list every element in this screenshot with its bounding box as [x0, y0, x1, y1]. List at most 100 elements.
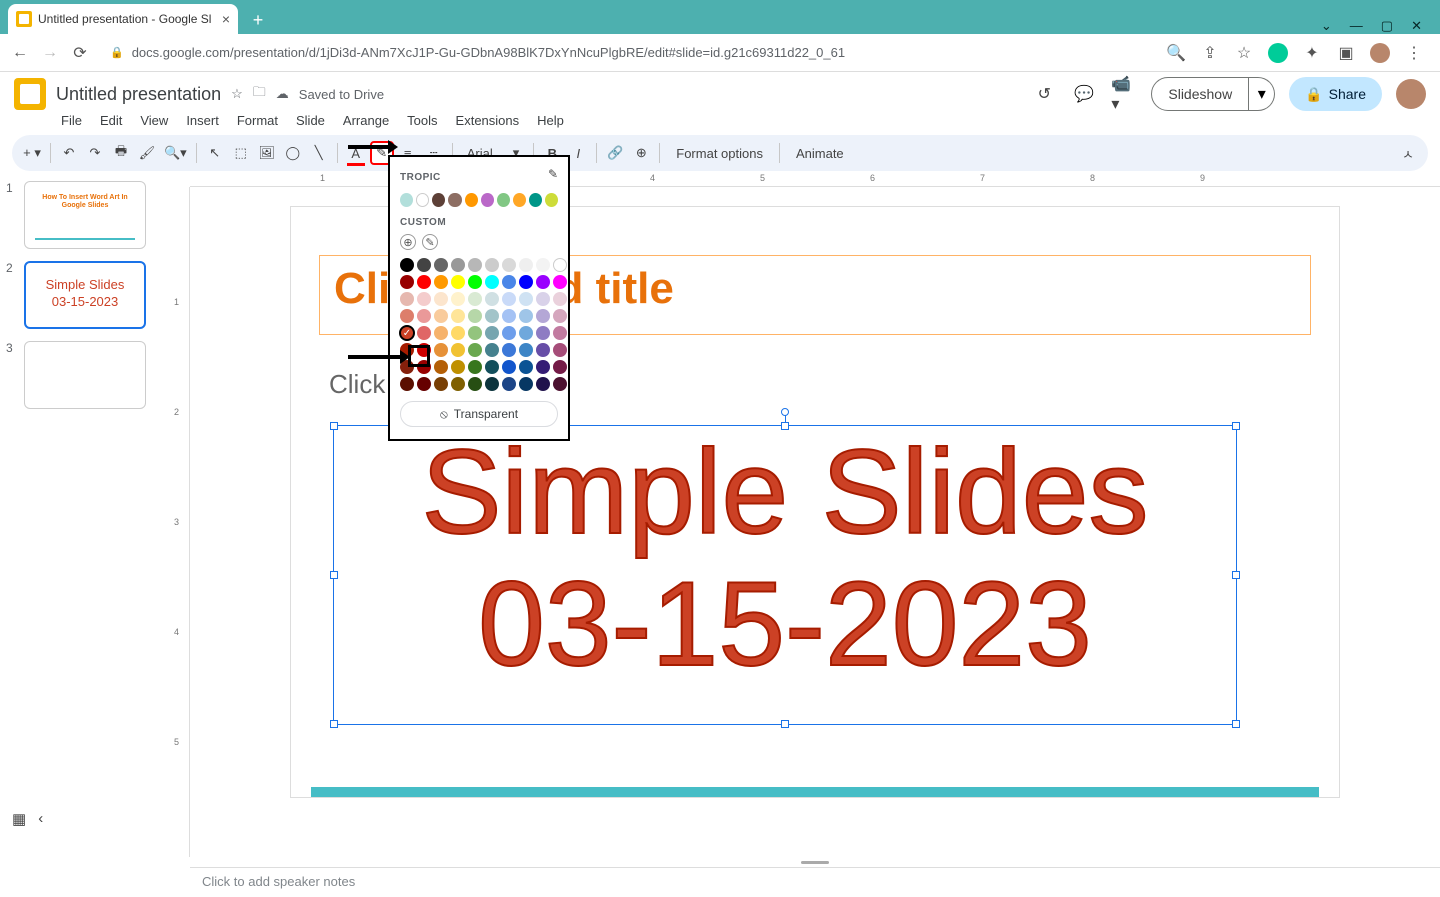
transparent-button[interactable]: ⦸ Transparent	[400, 401, 558, 427]
color-swatch[interactable]	[536, 343, 550, 357]
color-swatch[interactable]	[434, 292, 448, 306]
close-window-icon[interactable]: ✕	[1411, 18, 1422, 34]
comment-button[interactable]: ⊕	[629, 141, 653, 165]
theme-swatch[interactable]	[545, 193, 558, 207]
animate-button[interactable]: Animate	[786, 146, 854, 161]
color-swatch[interactable]	[417, 292, 431, 306]
color-swatch[interactable]	[468, 258, 482, 272]
chevron-down-icon[interactable]: ⌄	[1321, 18, 1332, 34]
color-swatch[interactable]	[468, 292, 482, 306]
color-swatch[interactable]	[553, 309, 567, 323]
collapse-toolbar-icon[interactable]: ㅅ	[1396, 141, 1420, 165]
explore-icon[interactable]: ▦	[12, 810, 26, 828]
thumbnail-panel[interactable]: 1 How To Insert Word Art InGoogle Slides…	[0, 171, 170, 857]
color-swatch[interactable]	[417, 326, 431, 340]
color-swatch[interactable]	[451, 377, 465, 391]
color-swatch[interactable]	[417, 258, 431, 272]
zoom-icon[interactable]: 🔍	[1166, 43, 1186, 63]
color-swatch[interactable]	[417, 275, 431, 289]
color-swatch[interactable]	[485, 275, 499, 289]
doc-title[interactable]: Untitled presentation	[56, 84, 221, 105]
color-swatch[interactable]	[553, 360, 567, 374]
color-swatch[interactable]	[434, 275, 448, 289]
color-swatch[interactable]	[485, 377, 499, 391]
shape-tool[interactable]: ◯	[281, 141, 305, 165]
share-button[interactable]: 🔒 Share	[1289, 77, 1382, 111]
color-swatch[interactable]	[502, 275, 516, 289]
profile-avatar-icon[interactable]	[1370, 43, 1390, 63]
color-swatch[interactable]	[417, 377, 431, 391]
theme-swatch[interactable]	[465, 193, 478, 207]
color-swatch[interactable]	[519, 343, 533, 357]
resize-handle[interactable]	[330, 422, 338, 430]
color-swatch[interactable]	[434, 343, 448, 357]
color-swatch[interactable]	[400, 258, 414, 272]
menu-file[interactable]: File	[54, 110, 89, 131]
theme-swatch[interactable]	[497, 193, 510, 207]
color-swatch[interactable]	[485, 292, 499, 306]
account-avatar[interactable]	[1396, 79, 1426, 109]
new-tab-button[interactable]: +	[244, 6, 272, 34]
color-swatch[interactable]	[400, 309, 414, 323]
menu-view[interactable]: View	[133, 110, 175, 131]
menu-format[interactable]: Format	[230, 110, 285, 131]
color-swatch[interactable]	[400, 377, 414, 391]
theme-swatch[interactable]	[481, 193, 494, 207]
color-swatch[interactable]	[468, 377, 482, 391]
back-button[interactable]: ←	[10, 43, 30, 63]
color-swatch[interactable]	[502, 343, 516, 357]
color-swatch[interactable]	[553, 326, 567, 340]
add-custom-color-button[interactable]: ⊕	[400, 234, 416, 250]
slide-thumbnail-2[interactable]: Simple Slides03-15-2023	[24, 261, 146, 329]
kebab-menu-icon[interactable]: ⋮	[1404, 43, 1424, 63]
print-button[interactable]: 🖶	[109, 141, 133, 165]
history-icon[interactable]: ↺	[1031, 81, 1057, 107]
new-slide-button[interactable]: + ▾	[20, 141, 44, 165]
slide-thumbnail-3[interactable]	[24, 341, 146, 409]
color-swatch[interactable]	[451, 292, 465, 306]
color-swatch[interactable]	[536, 275, 550, 289]
format-options-button[interactable]: Format options	[666, 146, 773, 161]
color-swatch[interactable]	[485, 343, 499, 357]
speaker-notes[interactable]: Click to add speaker notes	[190, 867, 1440, 897]
zoom-button[interactable]: 🔍▾	[161, 141, 190, 165]
maximize-icon[interactable]: ▢	[1381, 18, 1393, 34]
edit-theme-icon[interactable]: ✎	[548, 167, 558, 181]
menu-help[interactable]: Help	[530, 110, 571, 131]
collapse-panel-icon[interactable]: ‹	[38, 810, 43, 828]
color-swatch[interactable]	[536, 360, 550, 374]
color-swatch[interactable]	[536, 326, 550, 340]
color-swatch[interactable]	[553, 292, 567, 306]
resize-handle[interactable]	[1232, 422, 1240, 430]
theme-swatch[interactable]	[529, 193, 542, 207]
color-swatch[interactable]	[451, 258, 465, 272]
color-swatch[interactable]	[417, 360, 431, 374]
sidepanel-icon[interactable]: ▣	[1336, 43, 1356, 63]
menu-extensions[interactable]: Extensions	[449, 110, 527, 131]
color-swatch[interactable]	[519, 275, 533, 289]
color-swatch[interactable]	[434, 258, 448, 272]
theme-swatch[interactable]	[400, 193, 413, 207]
color-swatch[interactable]	[468, 275, 482, 289]
browser-tab[interactable]: Untitled presentation - Google Sl ×	[8, 4, 238, 34]
menu-insert[interactable]: Insert	[179, 110, 226, 131]
color-swatch[interactable]	[434, 377, 448, 391]
comments-icon[interactable]: 💬	[1071, 81, 1097, 107]
theme-swatch[interactable]	[432, 193, 445, 207]
color-swatch[interactable]	[536, 258, 550, 272]
color-swatch[interactable]	[400, 275, 414, 289]
rotate-handle[interactable]	[781, 408, 789, 416]
color-swatch[interactable]	[485, 309, 499, 323]
wordart-selection[interactable]: Simple Slides 03-15-2023	[333, 425, 1237, 725]
color-swatch[interactable]	[519, 326, 533, 340]
color-swatch[interactable]	[536, 292, 550, 306]
color-swatch[interactable]	[451, 360, 465, 374]
theme-swatch[interactable]	[513, 193, 526, 207]
color-swatch[interactable]	[553, 377, 567, 391]
line-tool[interactable]: ╲	[307, 141, 331, 165]
share-url-icon[interactable]: ⇪	[1200, 43, 1220, 63]
color-swatch[interactable]	[536, 377, 550, 391]
subtitle-placeholder[interactable]: Click	[329, 369, 385, 400]
notes-resize-handle[interactable]	[190, 857, 1440, 867]
meet-icon[interactable]: 📹▾	[1111, 81, 1137, 107]
